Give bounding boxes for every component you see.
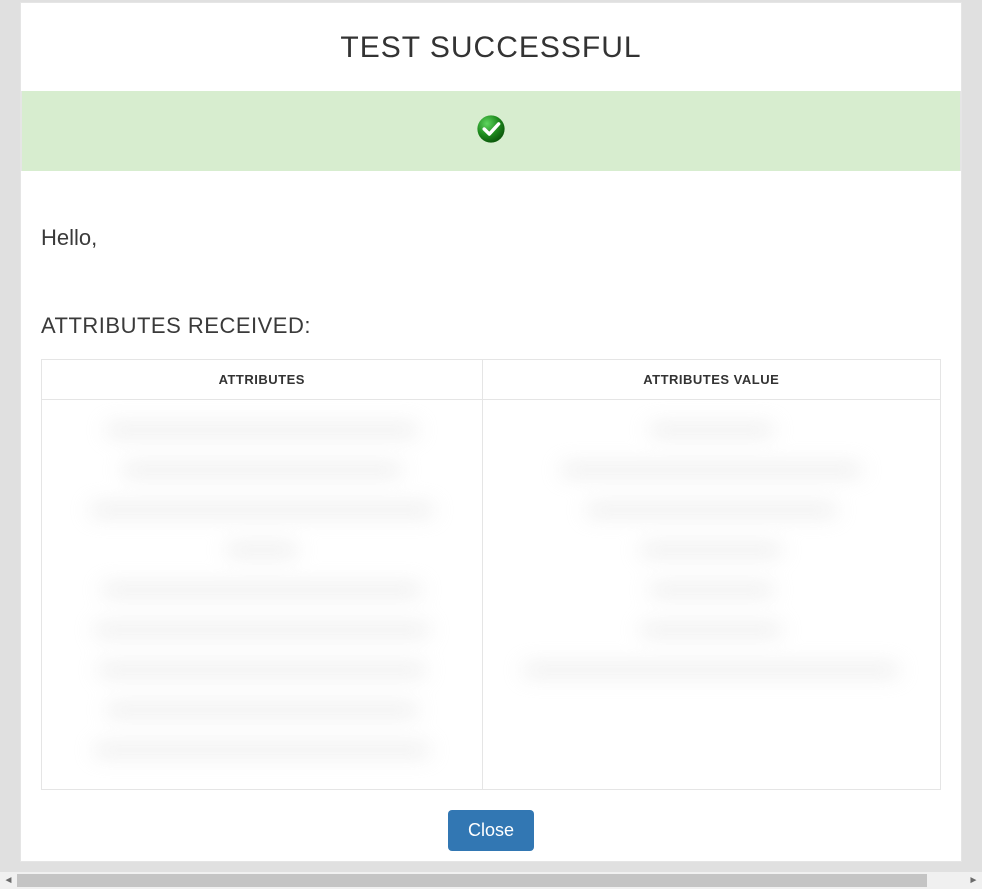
attributes-cell-redacted bbox=[42, 400, 483, 790]
table-row bbox=[42, 400, 941, 790]
scroll-thumb[interactable] bbox=[17, 874, 927, 887]
column-header-attributes-value: ATTRIBUTES VALUE bbox=[482, 360, 941, 400]
dialog-title: TEST SUCCESSFUL bbox=[21, 31, 961, 65]
title-area: TEST SUCCESSFUL bbox=[21, 3, 961, 91]
table-header-row: ATTRIBUTES ATTRIBUTES VALUE bbox=[42, 360, 941, 400]
attributes-table: ATTRIBUTES ATTRIBUTES VALUE bbox=[41, 359, 941, 790]
attributes-heading: ATTRIBUTES RECEIVED: bbox=[41, 313, 941, 339]
dialog-body: Hello, ATTRIBUTES RECEIVED: ATTRIBUTES A… bbox=[21, 171, 961, 851]
greeting-text: Hello, bbox=[41, 225, 941, 251]
check-success-icon bbox=[474, 112, 508, 151]
scroll-left-arrow-icon[interactable]: ◄ bbox=[0, 872, 17, 889]
attributes-value-cell-redacted bbox=[482, 400, 941, 790]
success-status-bar bbox=[21, 91, 961, 171]
column-header-attributes: ATTRIBUTES bbox=[42, 360, 483, 400]
close-button[interactable]: Close bbox=[448, 810, 534, 851]
horizontal-scrollbar[interactable]: ◄ ► bbox=[0, 872, 982, 889]
test-result-panel: TEST SUCCESSFUL Hello, ATTRIBUTES RECEIV… bbox=[20, 2, 962, 862]
button-row: Close bbox=[41, 790, 941, 851]
scroll-track[interactable] bbox=[17, 872, 965, 889]
scroll-right-arrow-icon[interactable]: ► bbox=[965, 872, 982, 889]
